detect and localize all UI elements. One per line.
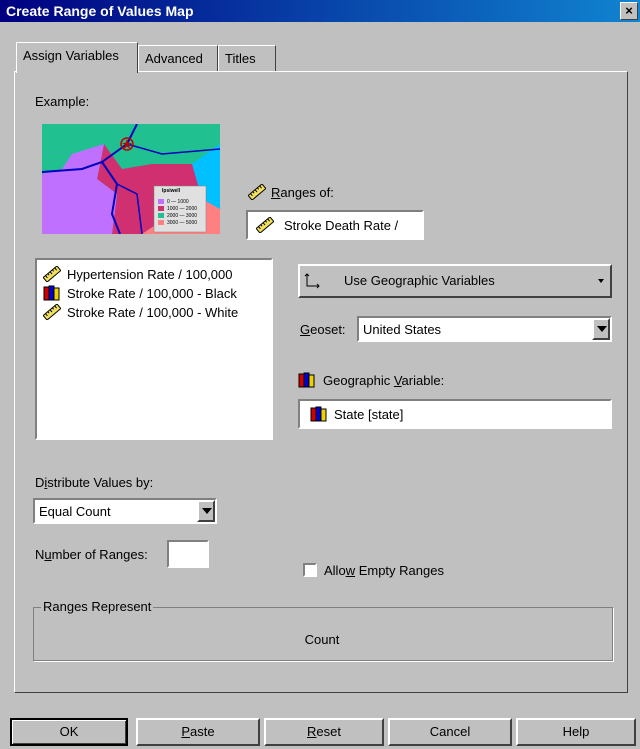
distribute-value: Equal Count	[39, 504, 111, 519]
list-item[interactable]: Hypertension Rate / 100,000	[43, 266, 265, 284]
ruler-icon	[255, 216, 275, 234]
geoset-select[interactable]: United States	[357, 316, 612, 342]
legend-title: Ipsiwell	[162, 188, 181, 194]
ruler-icon	[43, 304, 62, 321]
ranges-represent-group: Count	[33, 607, 613, 661]
ok-button[interactable]: OK	[10, 718, 128, 746]
legend-item: 0 — 1000	[167, 199, 189, 205]
geographic-variables-dropdown[interactable]: Use Geographic Variables	[298, 264, 612, 298]
list-item-label: Stroke Rate / 100,000 - Black	[67, 286, 237, 301]
geoset-label: Geoset:	[300, 322, 346, 337]
books-icon	[43, 285, 61, 301]
cancel-button[interactable]: Cancel	[388, 718, 512, 746]
geoset-value: United States	[363, 322, 442, 337]
list-item-label: Hypertension Rate / 100,000	[67, 267, 233, 282]
help-button[interactable]: Help	[516, 718, 636, 746]
ranges-of-label: Ranges of:	[271, 185, 334, 200]
ranges-of-field[interactable]: Stroke Death Rate /	[246, 210, 424, 240]
example-label: Example:	[35, 94, 90, 109]
reset-button[interactable]: Reset	[264, 718, 384, 746]
tab-panel: Example: Ipsiwell 0 — 1000 1000 — 2000 2…	[14, 71, 628, 693]
tab-label: Assign Variables	[23, 48, 119, 63]
allow-empty-label: Allow Empty Ranges	[324, 563, 444, 578]
ruler-icon	[247, 183, 267, 201]
tab-assign-variables[interactable]: Assign Variables	[16, 42, 138, 73]
geographic-variable-value: State [state]	[334, 407, 404, 422]
geographic-variables-label: Use Geographic Variables	[344, 273, 495, 288]
ranges-represent-value: Count	[304, 632, 340, 647]
chevron-down-icon	[598, 279, 604, 283]
ranges-represent-legend: Ranges Represent	[41, 599, 154, 614]
books-icon	[298, 372, 316, 388]
number-of-ranges-label: Number of Ranges:	[35, 547, 148, 562]
axis-icon	[304, 273, 322, 289]
books-icon	[310, 406, 328, 422]
window-title: Create Range of Values Map	[6, 3, 194, 19]
tab-label: Advanced	[145, 51, 203, 66]
allow-empty-checkbox[interactable]	[303, 563, 317, 577]
geographic-variable-field[interactable]: State [state]	[298, 399, 612, 429]
legend-item: 3000 — 5000	[167, 220, 198, 226]
tab-titles[interactable]: Titles	[218, 45, 276, 72]
chevron-down-icon[interactable]	[592, 318, 610, 340]
close-button[interactable]: ×	[620, 2, 638, 20]
number-of-ranges-input[interactable]	[167, 540, 209, 568]
legend-item: 1000 — 2000	[167, 206, 198, 212]
ranges-of-value: Stroke Death Rate /	[284, 218, 399, 233]
list-item[interactable]: Stroke Rate / 100,000 - Black	[43, 285, 265, 303]
variable-list[interactable]: Hypertension Rate / 100,000 Stroke Rate …	[35, 258, 273, 440]
chevron-down-icon[interactable]	[197, 500, 215, 522]
ruler-icon	[43, 266, 62, 283]
tab-label: Titles	[225, 51, 256, 66]
list-item-label: Stroke Rate / 100,000 - White	[67, 305, 239, 320]
legend-item: 2000 — 3000	[167, 213, 198, 219]
paste-button[interactable]: Paste	[136, 718, 260, 746]
distribute-select[interactable]: Equal Count	[33, 498, 217, 524]
distribute-label: Distribute Values by:	[35, 475, 154, 490]
title-bar: Create Range of Values Map ×	[0, 0, 640, 22]
example-map: Ipsiwell 0 — 1000 1000 — 2000 2000 — 300…	[42, 124, 220, 234]
geographic-variable-label: Geographic Variable:	[323, 373, 445, 388]
list-item[interactable]: Stroke Rate / 100,000 - White	[43, 304, 265, 322]
tab-advanced[interactable]: Advanced	[138, 45, 218, 72]
